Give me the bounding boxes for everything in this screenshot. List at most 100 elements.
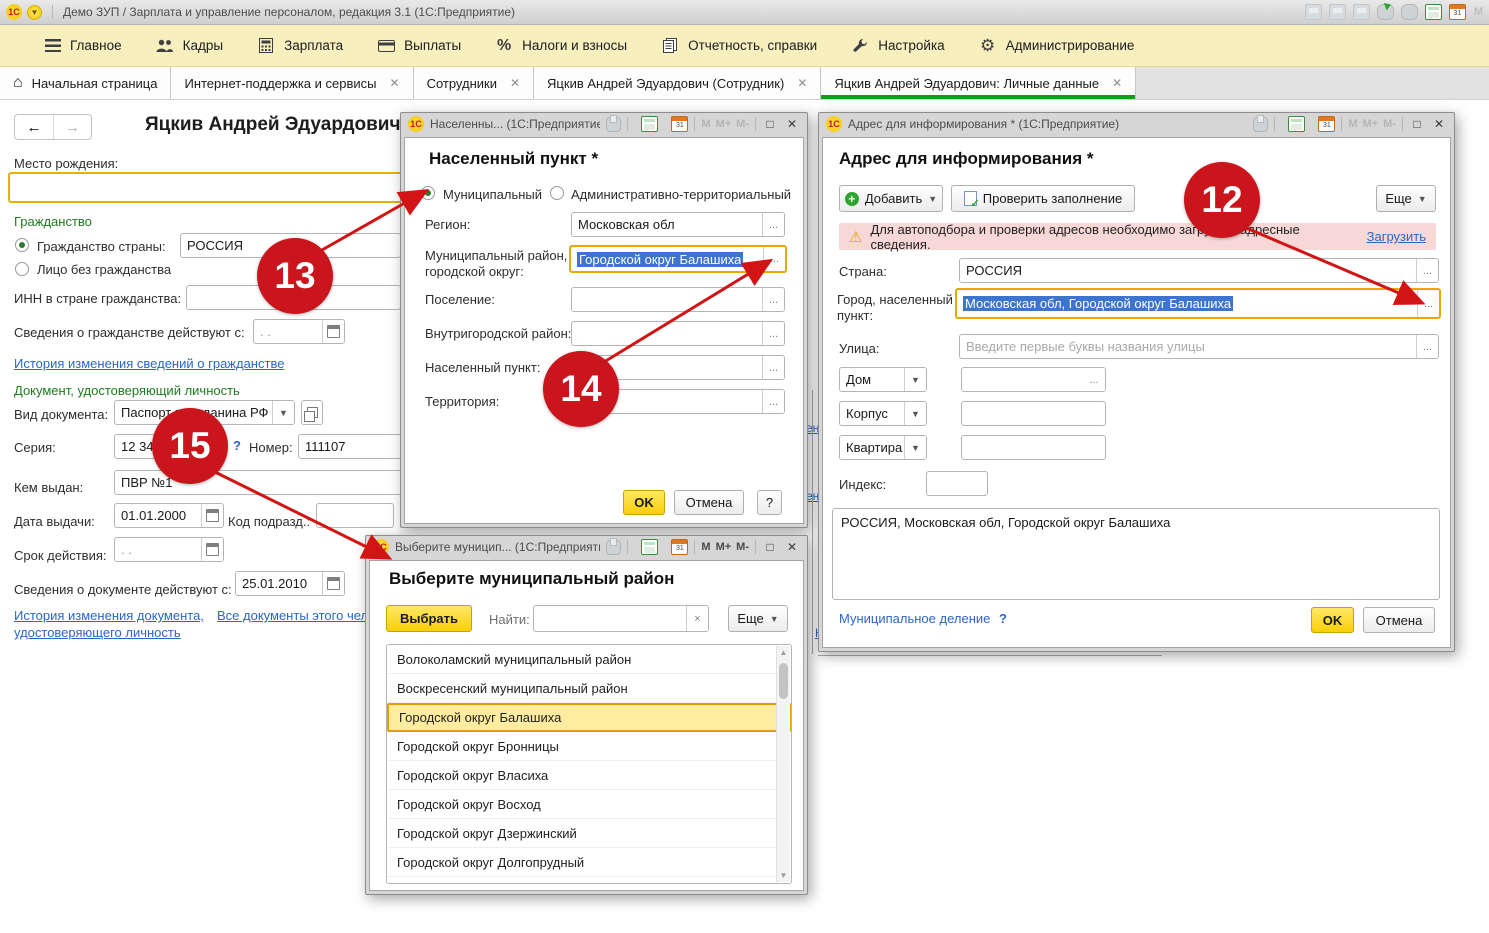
calendar-icon[interactable]: 31 [1449,4,1466,20]
menu-glavnoe[interactable]: Главное [28,25,139,66]
memory-buttons[interactable]: MM+M- [701,118,749,130]
window-titlebar[interactable]: 1С Адрес для информирования * (1С:Предпр… [822,113,1451,135]
load-link[interactable]: Загрузить [1367,229,1426,244]
ok-button[interactable]: OK [623,490,665,515]
ellipsis-button[interactable]: ... [1417,290,1439,317]
list-item[interactable]: Городской округ Восход [387,790,791,819]
dropdown-icon[interactable]: ▼ [904,402,926,425]
forward-button[interactable]: → [53,115,91,139]
tab-employee-card[interactable]: Яцкив Андрей Эдуардович (Сотрудник) ✕ [534,67,821,99]
house-input[interactable]: ... [961,367,1106,392]
administrative-radio[interactable] [550,186,564,200]
house-type-select[interactable]: Дом ▼ [839,367,927,392]
tab-home[interactable]: ⌂ Начальная страница [0,67,171,99]
clear-icon[interactable]: × [686,606,708,631]
calculator-icon[interactable] [1288,116,1305,132]
calendar-icon[interactable]: 31 [1318,116,1335,132]
window-titlebar[interactable]: 1С Населенны... (1С:Предприятие) 31 MM+M… [404,113,804,135]
menu-kadry[interactable]: Кадры [139,25,240,66]
scroll-up-icon[interactable]: ▲ [777,646,790,659]
menu-nastroyka[interactable]: Настройка [834,25,961,66]
street-input[interactable]: Введите первые буквы названия улицы ... [959,334,1439,359]
validity-input[interactable]: . . [114,537,224,562]
close-icon[interactable]: ✕ [784,117,800,131]
calendar-picker-icon[interactable] [322,572,344,595]
ellipsis-button[interactable]: ... [762,288,784,311]
series-help-icon[interactable]: ? [233,438,241,453]
doc-history-link[interactable]: История изменения документа, [14,608,204,623]
calculator-icon[interactable] [641,539,658,555]
district-input[interactable]: Городской округ Балашиха ... [569,245,787,273]
close-icon[interactable]: ✕ [390,76,400,90]
country-input[interactable]: РОССИЯ ... [959,258,1439,283]
ok-button[interactable]: OK [1311,607,1354,633]
cancel-button[interactable]: Отмена [1363,607,1435,633]
dropdown-icon[interactable]: ▼ [904,368,926,391]
back-button[interactable]: ← [15,115,53,139]
citizenship-from-input[interactable]: . . [253,319,345,344]
select-button[interactable]: Выбрать [386,605,472,632]
calendar-picker-icon[interactable] [201,504,223,527]
city-district-input[interactable]: ... [571,321,785,346]
calendar-icon[interactable]: 31 [671,539,688,555]
system-menu-icon[interactable]: ▼ [27,5,42,20]
dropdown-icon[interactable]: ▼ [272,401,294,424]
save-icon[interactable] [1305,4,1322,20]
get-link-icon[interactable] [1377,4,1394,20]
block-type-select[interactable]: Корпус ▼ [839,401,927,426]
address-preview-textarea[interactable]: РОССИЯ, Московская обл, Городской округ … [832,508,1440,600]
menu-nalogi[interactable]: % Налоги и взносы [478,25,644,66]
ellipsis-button[interactable]: ... [762,213,784,236]
city-input[interactable]: Московская обл, Городской округ Балашиха… [955,288,1441,319]
cancel-button[interactable]: Отмена [674,490,744,515]
settlement-input[interactable]: ... [571,287,785,312]
tab-personal-data[interactable]: Яцкив Андрей Эдуардович: Личные данные ✕ [821,67,1136,99]
print-icon[interactable] [606,540,621,555]
dropdown-icon[interactable]: ▼ [904,436,926,459]
municipal-division-link[interactable]: Муниципальное деление ? [839,611,1007,626]
help-button[interactable]: ? [757,490,782,515]
list-item[interactable]: Городской округ Дзержинский [387,819,791,848]
issue-date-input[interactable]: 01.01.2000 [114,503,224,528]
flat-type-select[interactable]: Квартира ▼ [839,435,927,460]
ellipsis-button[interactable]: ... [763,247,785,271]
list-item-selected[interactable]: Городской округ Балашиха [387,703,791,732]
menu-otchetnost[interactable]: Отчетность, справки [644,25,834,66]
region-input[interactable]: Московская обл ... [571,212,785,237]
list-item[interactable]: Воскресенский муниципальный район [387,674,791,703]
doc-history-link-line2[interactable]: удостоверяющего личность [14,625,181,640]
menu-vyplaty[interactable]: Выплаты [360,25,478,66]
list-item[interactable]: Городской округ Власиха [387,761,791,790]
more-button[interactable]: Еще▼ [1376,185,1436,212]
calendar-icon[interactable]: 31 [671,116,688,132]
maximize-icon[interactable]: □ [1409,117,1425,131]
close-icon[interactable]: ✕ [1112,76,1122,90]
maximize-icon[interactable]: □ [762,540,778,554]
menu-administrirovanie[interactable]: ⚙ Администрирование [962,25,1152,66]
print-preview-icon[interactable] [1353,4,1370,20]
list-item[interactable]: Городской округ Бронницы [387,732,791,761]
list-item[interactable]: Городской округ Долгопрудный [387,848,791,877]
close-icon[interactable]: ✕ [784,540,800,554]
print-icon[interactable] [606,117,621,132]
window-titlebar[interactable]: 1С Выберите муницип... (1С:Предприятие) … [369,536,804,558]
menu-zarplata[interactable]: Зарплата [240,25,360,66]
calendar-picker-icon[interactable] [201,538,223,561]
doc-from-input[interactable]: 25.01.2010 [235,571,345,596]
tab-employees[interactable]: Сотрудники ✕ [414,67,534,99]
close-icon[interactable]: ✕ [510,76,520,90]
scroll-down-icon[interactable]: ▼ [777,869,790,882]
add-button[interactable]: + Добавить ▼ [839,185,943,212]
ellipsis-button[interactable]: ... [1416,259,1438,282]
municipal-radio[interactable] [421,186,435,200]
ellipsis-button[interactable]: ... [762,356,784,379]
find-input[interactable]: × [533,605,709,632]
scrollbar[interactable]: ▲ ▼ [776,646,790,882]
check-fill-button[interactable]: Проверить заполнение [951,185,1135,212]
issued-by-input[interactable]: ПВР №1 [114,470,402,495]
help-icon[interactable]: ? [999,611,1007,626]
birthplace-input[interactable] [8,172,404,203]
calendar-picker-icon[interactable] [322,320,344,343]
ellipsis-button[interactable]: ... [1083,368,1105,391]
more-button[interactable]: Еще▼ [728,605,788,632]
